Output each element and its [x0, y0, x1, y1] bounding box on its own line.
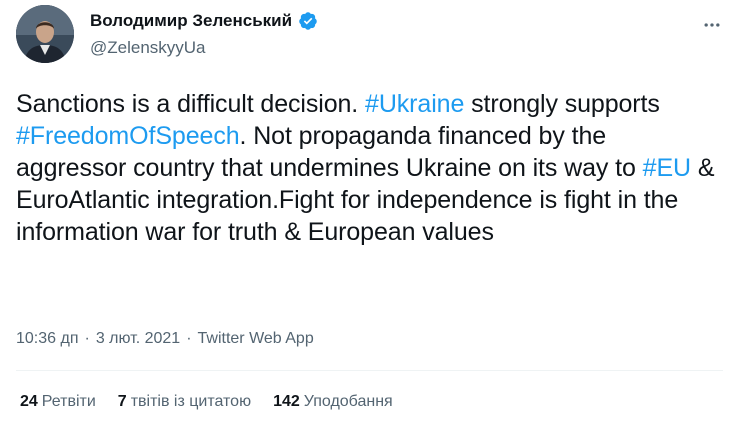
profile-photo-icon: [16, 5, 74, 63]
more-options-icon: [704, 23, 720, 27]
hashtag-link[interactable]: #Ukraine: [365, 90, 464, 118]
likes-count: 142: [273, 393, 300, 410]
tweet-text-segment: Sanctions is a difficult decision.: [16, 90, 366, 118]
retweets-label: Ретвіти: [41, 393, 96, 410]
display-name[interactable]: Володимир Зеленський: [90, 11, 292, 31]
tweet-time-value: 10:36 дп: [16, 330, 79, 347]
quotes-count: 7: [117, 393, 127, 410]
quotes-label: твітів із цитатою: [130, 393, 252, 410]
hashtag-link[interactable]: #FreedomOfSpeech: [16, 122, 240, 150]
retweets-count: 24: [20, 393, 38, 410]
tweet-stats: 24 Ретвіти 7 твітів із цитатою 142 Уподо…: [20, 393, 393, 411]
divider: [16, 370, 723, 371]
likes-label: Уподобання: [303, 393, 393, 410]
tweet-text-segment: strongly supports: [464, 90, 660, 118]
tweet-date[interactable]: 3 лют. 2021: [96, 330, 180, 348]
likes-stat[interactable]: 142 Уподобання: [273, 393, 393, 411]
tweet-metadata: 10:36 дп · 3 лют. 2021 · Twitter Web App: [16, 330, 314, 348]
hashtag-link[interactable]: #EU: [643, 154, 691, 182]
tweet-card: Володимир Зеленський @ZelenskyyUa Sancti…: [0, 0, 739, 428]
retweets-stat[interactable]: 24 Ретвіти: [20, 393, 96, 411]
verified-badge-icon: [299, 12, 317, 30]
quote-tweets-stat[interactable]: 7 твітів із цитатою: [118, 393, 251, 411]
meta-separator: ·: [186, 330, 192, 347]
handle[interactable]: @ZelenskyyUa: [90, 38, 318, 58]
meta-separator: ·: [84, 330, 90, 347]
more-options-button[interactable]: [701, 14, 723, 36]
tweet-time[interactable]: 10:36 дп: [16, 330, 78, 348]
tweet-source[interactable]: Twitter Web App: [198, 330, 314, 348]
name-row: Володимир Зеленський: [90, 10, 318, 32]
avatar[interactable]: [16, 5, 74, 63]
author-info: Володимир Зеленський @ZelenskyyUa: [90, 10, 318, 58]
tweet-text: Sanctions is a difficult decision. #Ukra…: [16, 88, 716, 248]
